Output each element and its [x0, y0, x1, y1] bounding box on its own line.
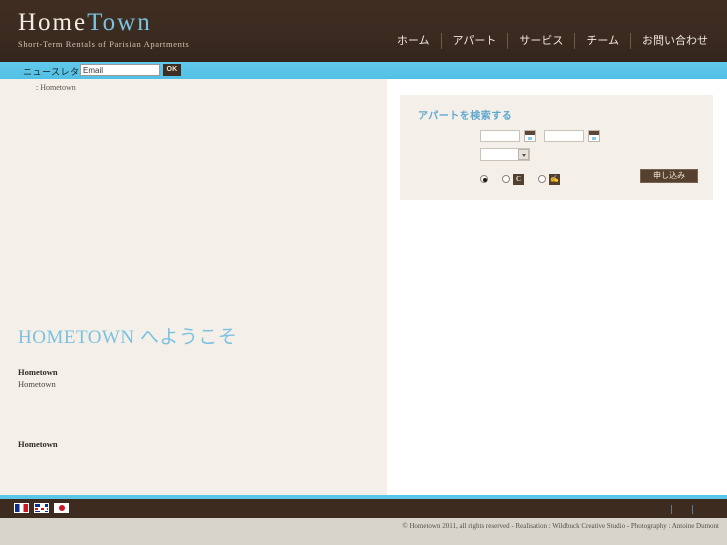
footer-divider [692, 504, 693, 514]
logo-text-home: Home [18, 9, 88, 36]
newsletter-submit-button[interactable]: OK [163, 64, 181, 76]
flag-uk-icon[interactable] [34, 503, 49, 513]
nav-item-services[interactable]: サービス [508, 33, 574, 49]
calendar-icon-to[interactable] [588, 130, 600, 142]
logo-wordmark: HomeTown [18, 10, 258, 36]
copyright-text: © Hometown 2011, all rights reserved - R… [402, 522, 719, 530]
language-switcher [14, 503, 69, 513]
flag-japan-icon[interactable] [54, 503, 69, 513]
copyright-bar: © Hometown 2011, all rights reserved - R… [0, 518, 727, 545]
site-header: HomeTown Short-Term Rentals of Parisian … [0, 0, 727, 62]
broken-image-glyph-3: ✍ [550, 174, 559, 183]
page-title: HOMETOWN へようこそ [18, 327, 238, 348]
flag-france-icon[interactable] [14, 503, 29, 513]
page-root: HomeTown Short-Term Rentals of Parisian … [0, 0, 727, 545]
search-submit-button[interactable]: 申し込み [640, 169, 698, 183]
chevron-down-icon[interactable] [518, 149, 529, 160]
apartment-search-panel: アパートを検索する C ✍ 申し込み [400, 95, 713, 200]
content-paragraph: Hometown [18, 379, 56, 389]
site-logo[interactable]: HomeTown Short-Term Rentals of Parisian … [18, 10, 258, 50]
main-content-column: : Hometown HOMETOWN へようこそ Hometown Homet… [0, 79, 387, 495]
logo-text-town: Town [87, 9, 152, 36]
search-radio-option-3[interactable] [538, 175, 546, 183]
newsletter-email-input[interactable] [80, 64, 160, 76]
nav-item-home[interactable]: ホーム [386, 33, 441, 49]
search-radio-option-1[interactable] [480, 175, 488, 183]
broken-image-icon-2[interactable]: C [513, 173, 524, 185]
search-options-radio-group: C ✍ [480, 173, 560, 185]
logo-tagline: Short-Term Rentals of Parisian Apartment… [18, 39, 190, 49]
content-heading: Hometown [18, 367, 58, 377]
calendar-icon-from[interactable] [524, 130, 536, 142]
footer-divider [671, 504, 672, 514]
nav-item-apartments[interactable]: アパート [442, 33, 508, 49]
nav-item-team[interactable]: チーム [575, 33, 630, 49]
broken-image-glyph-2: C [515, 174, 522, 183]
search-radio-option-2[interactable] [502, 175, 510, 183]
nav-item-contact[interactable]: お問い合わせ [631, 33, 719, 49]
search-panel-title: アパートを検索する [418, 111, 513, 122]
hero-image-area [0, 97, 387, 317]
newsletter-bar: ニュースレター OK [0, 62, 727, 79]
site-footer [0, 499, 727, 518]
search-date-to-input[interactable] [544, 130, 584, 142]
search-date-from-input[interactable] [480, 130, 520, 142]
broken-image-icon-3[interactable]: ✍ [549, 173, 560, 185]
main-navigation: ホーム アパート サービス チーム お問い合わせ [386, 30, 719, 52]
breadcrumb: : Hometown [36, 83, 76, 92]
footer-links [651, 504, 713, 514]
content-secondary-heading: Hometown [18, 439, 58, 449]
